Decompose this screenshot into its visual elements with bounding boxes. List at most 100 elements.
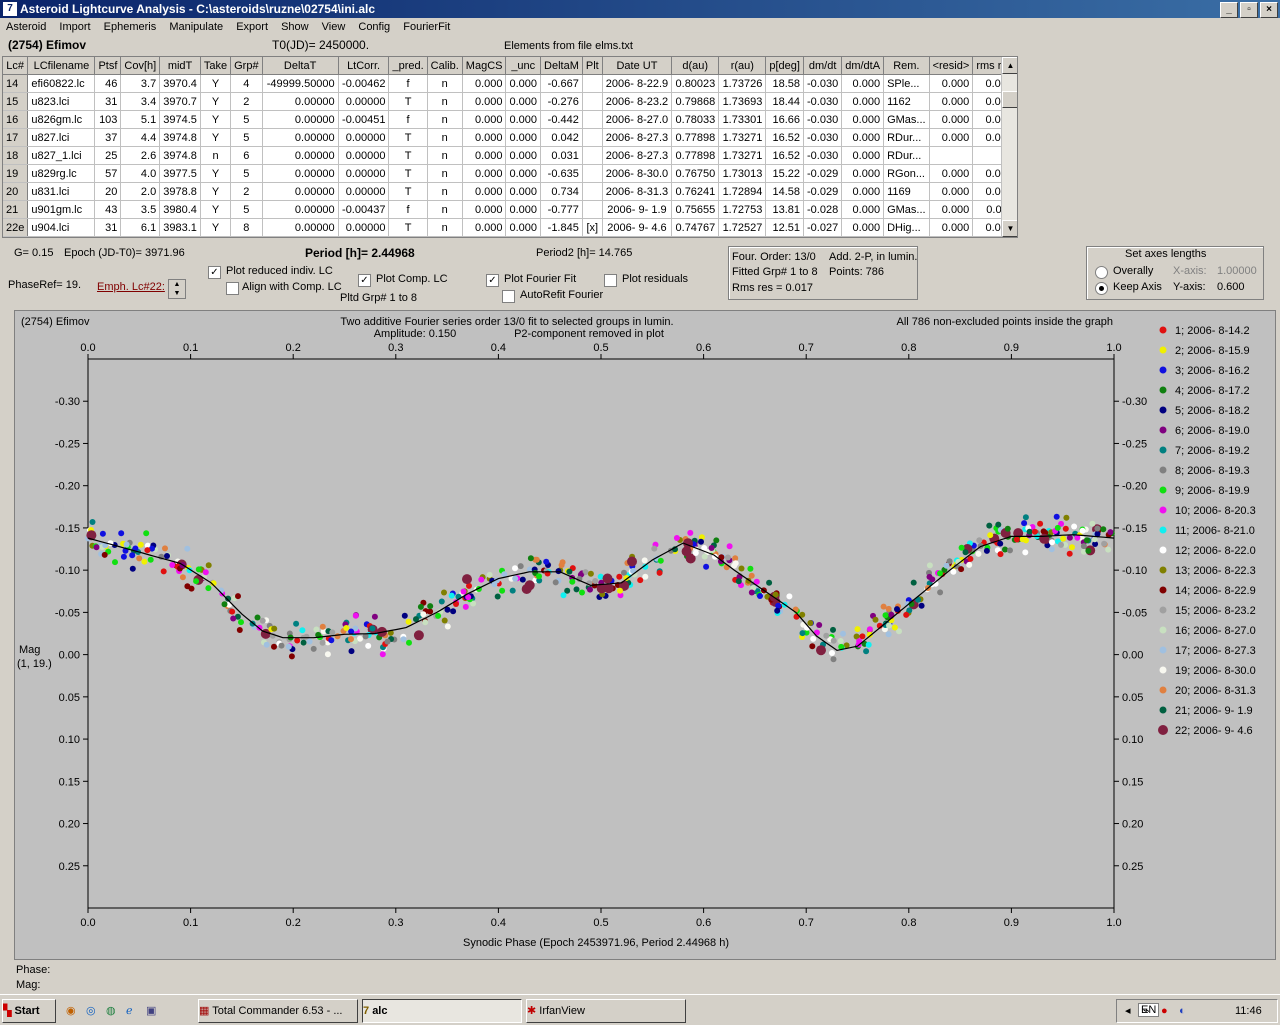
- table-cell[interactable]: [582, 128, 603, 147]
- table-cell[interactable]: 0.000: [841, 218, 885, 237]
- table-cell[interactable]: 2006- 8-27.0: [602, 110, 673, 129]
- table-row[interactable]: 18 u827_1.lci 25 2.6 3974.8 n 6 0.00000 0.00000 T…: [3, 146, 1017, 165]
- table-cell[interactable]: 4.4: [120, 128, 161, 147]
- table-cell[interactable]: 0.000: [505, 92, 542, 111]
- table-cell[interactable]: 0.00000: [262, 146, 339, 165]
- table-cell[interactable]: 0.77898: [671, 128, 720, 147]
- table-cell[interactable]: 1.72753: [718, 200, 767, 219]
- column-header[interactable]: p[deg]: [765, 57, 805, 75]
- table-cell[interactable]: 5: [230, 200, 263, 219]
- column-header[interactable]: Take: [200, 57, 232, 75]
- column-header[interactable]: r(au): [718, 57, 767, 75]
- table-row[interactable]: 19 u829rg.lc 57 4.0 3977.5 Y 5 0.00000 0.00000 Tn…: [3, 164, 1017, 183]
- table-cell[interactable]: 0.000: [841, 182, 885, 201]
- table-cell[interactable]: 0.00000: [262, 110, 339, 129]
- table-cell[interactable]: 1.73301: [718, 110, 767, 129]
- table-cell[interactable]: 5: [230, 128, 263, 147]
- table-cell[interactable]: 18.58: [765, 74, 805, 93]
- column-header[interactable]: Grp#: [230, 57, 263, 75]
- emph-lc-link[interactable]: Emph. Lc#22:: [97, 281, 165, 293]
- table-cell[interactable]: 0.80023: [671, 74, 720, 93]
- close-button[interactable]: ×: [1260, 2, 1278, 18]
- table-cell[interactable]: 0.000: [505, 182, 542, 201]
- plot-comp-checkbox[interactable]: ✓: [358, 274, 371, 287]
- quicklaunch-browser-icon[interactable]: ◎: [86, 1004, 96, 1017]
- table-cell[interactable]: 0.000: [929, 92, 974, 111]
- table-cell[interactable]: 0.000: [929, 164, 974, 183]
- table-cell[interactable]: RGon...: [883, 164, 930, 183]
- menu-config[interactable]: Config: [358, 21, 390, 33]
- table-cell[interactable]: 3.7: [120, 74, 161, 93]
- table-cell[interactable]: n: [427, 218, 463, 237]
- table-cell[interactable]: 0.000: [929, 218, 974, 237]
- table-row[interactable]: 15 u823.lci 31 3.4 3970.7 Y 2 0.00000 0.00000 Tn 0…: [3, 92, 1017, 111]
- table-cell[interactable]: [582, 200, 603, 219]
- column-header[interactable]: LCfilename: [27, 57, 96, 75]
- scroll-down-button[interactable]: ▼: [1002, 220, 1017, 237]
- quicklaunch-ie-icon[interactable]: ℯ: [126, 1004, 133, 1017]
- table-cell[interactable]: 2.0: [120, 182, 161, 201]
- table-cell[interactable]: 12.51: [765, 218, 805, 237]
- table-cell[interactable]: 0.000: [929, 74, 974, 93]
- table-cell[interactable]: 0.000: [841, 110, 885, 129]
- table-row[interactable]: 20 u831.lci 20 2.0 3978.8 Y 2 0.00000 0.00000 Tn 0…: [3, 182, 1017, 201]
- table-cell[interactable]: 0.734: [540, 182, 583, 201]
- plot-reduced-checkbox[interactable]: ✓: [208, 266, 221, 279]
- table-cell[interactable]: -0.00462: [338, 74, 390, 93]
- column-header[interactable]: _pred.: [388, 57, 428, 75]
- row-number-cell[interactable]: 20: [3, 182, 29, 201]
- table-cell[interactable]: 0.000: [929, 200, 974, 219]
- table-cell[interactable]: 2006- 8-27.3: [602, 146, 673, 165]
- table-cell[interactable]: 0.000: [505, 164, 542, 183]
- table-cell[interactable]: 31: [94, 218, 122, 237]
- table-cell[interactable]: Y: [200, 164, 232, 183]
- table-cell[interactable]: 2006- 9- 1.9: [602, 200, 673, 219]
- table-cell[interactable]: -0.027: [803, 218, 843, 237]
- table-cell[interactable]: T: [388, 218, 428, 237]
- minimize-button[interactable]: _: [1220, 2, 1238, 18]
- column-header[interactable]: midT: [159, 57, 201, 75]
- table-cell[interactable]: 3.4: [120, 92, 161, 111]
- table-cell[interactable]: 0.031: [540, 146, 583, 165]
- table-cell[interactable]: 3970.4: [159, 74, 201, 93]
- table-cell[interactable]: 0.78033: [671, 110, 720, 129]
- table-cell[interactable]: f: [388, 200, 428, 219]
- table-row[interactable]: 21 u901gm.lc 43 3.5 3980.4 Y 5 0.00000 -0.00437 f…: [3, 200, 1017, 219]
- table-cell[interactable]: 1.73013: [718, 164, 767, 183]
- table-cell[interactable]: u826gm.lc: [27, 110, 96, 129]
- table-cell[interactable]: -0.030: [803, 92, 843, 111]
- table-cell[interactable]: 0.75655: [671, 200, 720, 219]
- table-cell[interactable]: RDur...: [883, 146, 930, 165]
- table-cell[interactable]: 5: [230, 110, 263, 129]
- table-cell[interactable]: T: [388, 92, 428, 111]
- table-cell[interactable]: 0.00000: [338, 164, 390, 183]
- table-cell[interactable]: [582, 146, 603, 165]
- table-cell[interactable]: 0.000: [462, 128, 507, 147]
- table-cell[interactable]: 1.72527: [718, 218, 767, 237]
- table-cell[interactable]: n: [427, 92, 463, 111]
- table-cell[interactable]: -0.029: [803, 164, 843, 183]
- table-cell[interactable]: 0.00000: [338, 182, 390, 201]
- table-cell[interactable]: 0.000: [462, 164, 507, 183]
- table-cell[interactable]: f: [388, 110, 428, 129]
- table-cell[interactable]: n: [427, 182, 463, 201]
- table-cell[interactable]: n: [427, 146, 463, 165]
- table-cell[interactable]: -0.030: [803, 146, 843, 165]
- row-number-cell[interactable]: 17: [3, 128, 29, 147]
- column-header[interactable]: DeltaM: [540, 57, 583, 75]
- table-cell[interactable]: 1.72894: [718, 182, 767, 201]
- table-cell[interactable]: 16.66: [765, 110, 805, 129]
- table-cell[interactable]: n: [427, 200, 463, 219]
- table-cell[interactable]: 0.000: [462, 146, 507, 165]
- table-cell[interactable]: [582, 92, 603, 111]
- table-cell[interactable]: 16.52: [765, 128, 805, 147]
- table-cell[interactable]: T: [388, 182, 428, 201]
- table-cell[interactable]: 0.76241: [671, 182, 720, 201]
- lightcurve-table[interactable]: Lc# LCfilename Ptsf Cov[h] midT Take Grp# Delta…: [2, 56, 1018, 238]
- table-cell[interactable]: 0.000: [841, 92, 885, 111]
- table-cell[interactable]: -0.030: [803, 74, 843, 93]
- table-cell[interactable]: n: [427, 128, 463, 147]
- table-cell[interactable]: 0.000: [462, 218, 507, 237]
- table-cell[interactable]: 4: [230, 74, 263, 93]
- table-cell[interactable]: SPle...: [883, 74, 930, 93]
